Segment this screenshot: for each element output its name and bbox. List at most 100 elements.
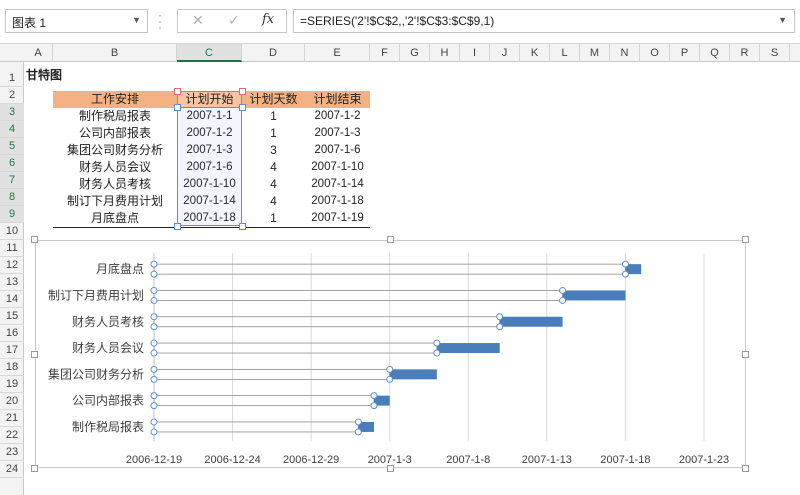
range-handle[interactable]	[174, 104, 181, 111]
row-header-5[interactable]: 5	[0, 138, 24, 155]
enter-icon[interactable]: ✓	[228, 12, 240, 29]
days-cell[interactable]: 1	[242, 210, 305, 227]
end-date-cell[interactable]: 2007-1-2	[305, 108, 370, 125]
chart-resize-handle[interactable]	[742, 351, 749, 358]
task-cell[interactable]: 月底盘点	[53, 210, 177, 227]
end-date-cell[interactable]: 2007-1-10	[305, 159, 370, 176]
sheet-title[interactable]: 甘特图	[26, 67, 62, 84]
row-header-1[interactable]: 1	[0, 70, 24, 87]
column-header-b[interactable]: B	[53, 44, 177, 62]
formula-input[interactable]: =SERIES('2'!$C$2,,'2'!$C$3:$C$9,1) ▼	[293, 9, 795, 33]
end-date-cell[interactable]: 2007-1-14	[305, 176, 370, 193]
row-header-9[interactable]: 9	[0, 206, 24, 223]
task-cell[interactable]: 财务人员考核	[53, 176, 177, 193]
task-cell[interactable]: 财务人员会议	[53, 159, 177, 176]
chart-resize-handle[interactable]	[742, 465, 749, 472]
row-header-12[interactable]: 12	[0, 257, 24, 274]
selection-marker	[150, 270, 158, 278]
end-date-cell[interactable]: 2007-1-18	[305, 193, 370, 210]
worksheet[interactable]: 甘特图 工作安排 计划开始 计划天数 计划结束 制作税局报表 2007-1-1 1 2…	[24, 62, 800, 495]
days-cell[interactable]: 4	[242, 176, 305, 193]
days-cell[interactable]: 4	[242, 193, 305, 210]
row-header-11[interactable]: 11	[0, 240, 24, 257]
row-header-8[interactable]: 8	[0, 189, 24, 206]
range-handle[interactable]	[174, 223, 181, 230]
row-header-15[interactable]: 15	[0, 308, 24, 325]
start-bar	[153, 290, 563, 301]
end-date-cell[interactable]: 2007-1-6	[305, 142, 370, 159]
selection-marker	[621, 260, 629, 268]
column-header-r[interactable]: R	[730, 44, 760, 62]
insert-function-icon[interactable]: fx	[262, 12, 274, 27]
row-header-21[interactable]: 21	[0, 410, 24, 427]
gantt-chart[interactable]: 2006-12-19 2006-12-24 2006-12-29 2007-1-3 20…	[35, 240, 746, 468]
chart-resize-handle[interactable]	[31, 351, 38, 358]
row-header-19[interactable]: 19	[0, 376, 24, 393]
days-cell[interactable]: 4	[242, 159, 305, 176]
header-days[interactable]: 计划天数	[242, 91, 305, 108]
row-header-24[interactable]: 24	[0, 461, 24, 478]
column-header-a[interactable]: A	[24, 44, 53, 62]
column-header-l[interactable]: L	[550, 44, 580, 62]
header-task[interactable]: 工作安排	[53, 91, 177, 108]
row-header-23[interactable]: 23	[0, 444, 24, 461]
row-header-6[interactable]: 6	[0, 155, 24, 172]
header-end[interactable]: 计划结束	[305, 91, 370, 108]
selection-marker	[386, 365, 394, 373]
range-handle[interactable]	[239, 88, 246, 95]
more-options-icon[interactable]: · · ·	[158, 9, 162, 33]
row-header-18[interactable]: 18	[0, 359, 24, 376]
column-header-k[interactable]: K	[520, 44, 550, 62]
task-cell[interactable]: 制作税局报表	[53, 108, 177, 125]
x-tick-label: 2006-12-19	[126, 454, 182, 466]
task-cell[interactable]: 集团公司财务分析	[53, 142, 177, 159]
column-header-c[interactable]: C	[177, 44, 242, 62]
column-header-f[interactable]: F	[370, 44, 400, 62]
days-cell[interactable]: 3	[242, 142, 305, 159]
column-header-g[interactable]: G	[400, 44, 430, 62]
row-header-4[interactable]: 4	[0, 121, 24, 138]
expand-formula-icon[interactable]: ▼	[778, 15, 787, 25]
column-header-h[interactable]: H	[430, 44, 460, 62]
column-header-o[interactable]: O	[640, 44, 670, 62]
column-header-d[interactable]: D	[242, 44, 305, 62]
row-header-17[interactable]: 17	[0, 342, 24, 359]
row-header-22[interactable]: 22	[0, 427, 24, 444]
column-header-s[interactable]: S	[760, 44, 790, 62]
column-header-m[interactable]: M	[580, 44, 610, 62]
header-start[interactable]: 计划开始	[177, 91, 242, 108]
end-date-cell[interactable]: 2007-1-3	[305, 125, 370, 142]
column-header-e[interactable]: E	[305, 44, 370, 62]
chart-resize-handle[interactable]	[742, 236, 749, 243]
range-handle[interactable]	[239, 223, 246, 230]
range-handle[interactable]	[174, 88, 181, 95]
column-header-j[interactable]: J	[490, 44, 520, 62]
range-handle[interactable]	[239, 104, 246, 111]
column-header-q[interactable]: Q	[700, 44, 730, 62]
column-header-p[interactable]: P	[670, 44, 700, 62]
end-date-cell[interactable]: 2007-1-19	[305, 210, 370, 227]
chevron-down-icon[interactable]: ▼	[132, 15, 141, 25]
row-header-7[interactable]: 7	[0, 172, 24, 189]
cancel-icon[interactable]: ✕	[192, 12, 204, 29]
chart-resize-handle[interactable]	[31, 465, 38, 472]
column-header-i[interactable]: I	[460, 44, 490, 62]
chart-resize-handle[interactable]	[387, 236, 394, 243]
days-cell[interactable]: 1	[242, 125, 305, 142]
row-header-13[interactable]: 13	[0, 274, 24, 291]
row-header-20[interactable]: 20	[0, 393, 24, 410]
row-header-3[interactable]: 3	[0, 104, 24, 121]
name-box[interactable]: 图表 1 ▼	[5, 9, 148, 33]
column-header-n[interactable]: N	[610, 44, 640, 62]
task-cell[interactable]: 公司内部报表	[53, 125, 177, 142]
row-header-14[interactable]: 14	[0, 291, 24, 308]
task-cell[interactable]: 制订下月费用计划	[53, 193, 177, 210]
row-header-2[interactable]: 2	[0, 87, 24, 104]
days-cell[interactable]: 1	[242, 108, 305, 125]
row-header-16[interactable]: 16	[0, 325, 24, 342]
chart-plot[interactable]: 2006-12-19 2006-12-24 2006-12-29 2007-1-3 20…	[36, 241, 747, 469]
row-header-10[interactable]: 10	[0, 223, 24, 240]
chart-resize-handle[interactable]	[387, 465, 394, 472]
chart-resize-handle[interactable]	[31, 236, 38, 243]
start-bar	[153, 395, 375, 407]
